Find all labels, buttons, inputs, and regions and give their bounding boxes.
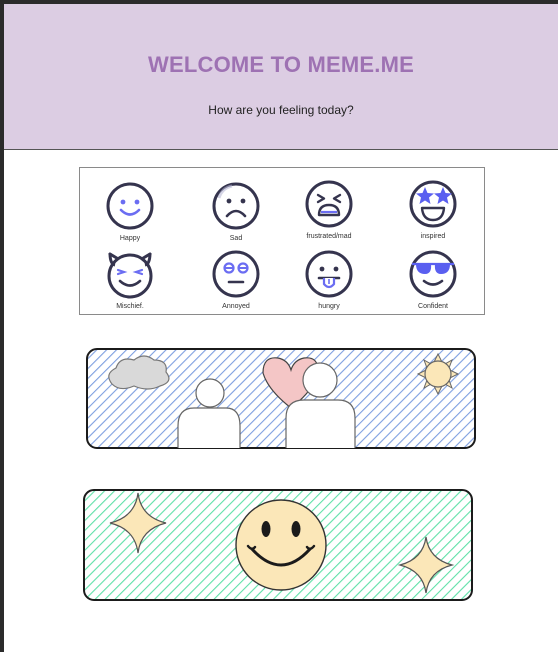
sun-icon: [416, 352, 460, 396]
mood-frustrated[interactable]: frustrated/mad: [289, 178, 369, 250]
mood-label: frustrated/mad: [306, 233, 352, 240]
page-header: WELCOME TO MEME.ME How are you feeling t…: [4, 4, 558, 150]
sunglasses-face-icon: [409, 250, 457, 298]
mood-hungry[interactable]: hungry: [289, 248, 369, 320]
mood-happy[interactable]: Happy: [90, 180, 170, 252]
devil-face-icon: [107, 252, 153, 299]
star-eyes-face-icon: [409, 180, 457, 228]
smile-banner: [83, 489, 473, 601]
mood-mischief[interactable]: Mischief.: [90, 248, 170, 320]
mood-grid: Happy Sad frustrated/mad inspired Mischi…: [79, 167, 485, 315]
mood-label: inspired: [420, 233, 446, 240]
mood-label: hungry: [318, 303, 340, 310]
mood-sad[interactable]: Sad: [196, 180, 276, 252]
mood-confident[interactable]: Confident: [393, 248, 473, 320]
sad-face-icon: [212, 182, 260, 230]
mood-label: Annoyed: [222, 303, 250, 310]
mood-inspired[interactable]: inspired: [393, 178, 473, 250]
page-title: WELCOME TO MEME.ME: [148, 52, 414, 77]
mood-label: Happy: [119, 235, 141, 242]
mood-label: Confident: [418, 303, 448, 310]
annoyed-face-icon: [212, 250, 260, 298]
mood-label: Sad: [229, 235, 243, 242]
mood-label: Mischief.: [116, 303, 144, 310]
happy-face-icon: [106, 182, 154, 230]
frustrated-face-icon: [305, 180, 353, 228]
smiley-icon: [235, 499, 327, 591]
love-banner: [86, 348, 476, 449]
page-subtitle: How are you feeling today?: [208, 103, 354, 117]
tongue-face-icon: [305, 250, 353, 298]
mood-annoyed[interactable]: Annoyed: [196, 248, 276, 320]
